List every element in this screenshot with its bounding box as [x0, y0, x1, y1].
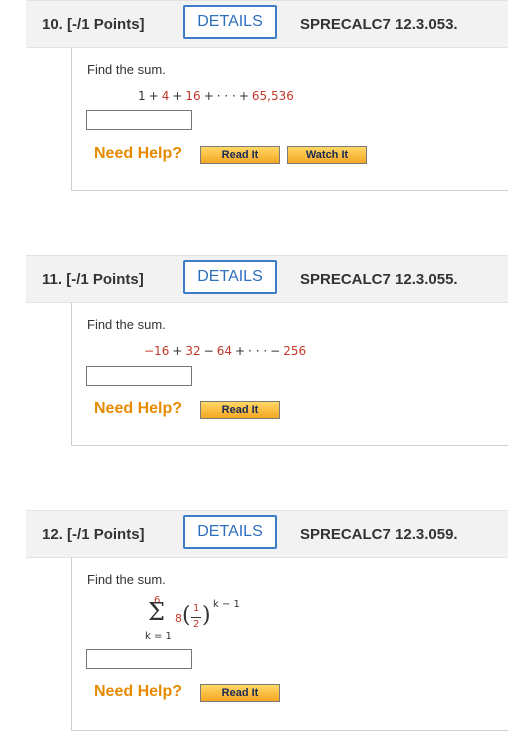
right-paren: )	[202, 603, 211, 628]
operator: +	[238, 89, 249, 103]
term: 1	[138, 89, 146, 103]
question-points: [-/1 Points]	[67, 526, 145, 543]
need-help-label: Need Help?	[94, 400, 183, 417]
question-11-body: Find the sum. −16 +32−64 + · · · −256 Need H…	[71, 303, 508, 446]
operator: +	[235, 344, 246, 358]
need-help-label: Need Help?	[94, 683, 183, 700]
question-code: SPRECALC7 12.3.059.	[300, 526, 458, 543]
fraction-denominator: 2	[193, 619, 200, 630]
question-code: SPRECALC7 12.3.053.	[300, 16, 458, 33]
term: −16	[144, 344, 170, 358]
sigma-symbol: Σ	[148, 598, 165, 626]
question-number-value: 10.	[42, 16, 63, 33]
question-number: 11. [-/1 Points]	[42, 271, 144, 288]
term: 64	[216, 344, 233, 358]
question-prompt: Find the sum.	[87, 317, 166, 332]
operator: −	[270, 344, 281, 358]
term: 65,536	[251, 89, 294, 103]
term: 32	[185, 344, 201, 358]
fraction-bar	[191, 617, 201, 618]
operator: −	[203, 344, 214, 358]
operator: +	[172, 344, 183, 358]
watch-it-button[interactable]: Watch It	[287, 146, 367, 164]
answer-input[interactable]	[86, 366, 192, 386]
question-12-body: Find the sum. 6 Σ k = 1 8 ( 1 2 ) k − 1 …	[71, 558, 508, 731]
term: 256	[283, 344, 307, 358]
question-number-value: 11.	[42, 271, 63, 288]
question-11-header: 11. [-/1 Points] DETAILS SPRECALC7 12.3.…	[26, 255, 508, 303]
operator: +	[203, 89, 214, 103]
exponent: k − 1	[213, 599, 240, 610]
question-points: [-/1 Points]	[66, 271, 144, 288]
question-prompt: Find the sum.	[87, 62, 166, 77]
question-12-header: 12. [-/1 Points] DETAILS SPRECALC7 12.3.…	[26, 510, 508, 558]
ellipsis: · · ·	[248, 344, 268, 358]
sum-expression: 1 +4 +16 + · · · +65,536	[138, 89, 294, 103]
operator: +	[148, 89, 159, 103]
need-help-label: Need Help?	[94, 145, 183, 162]
read-it-button[interactable]: Read It	[200, 684, 280, 702]
answer-input[interactable]	[86, 649, 192, 669]
question-number: 12. [-/1 Points]	[42, 526, 145, 543]
sum-expression: −16 +32−64 + · · · −256	[144, 344, 306, 358]
sum-lower-limit: k = 1	[145, 631, 172, 642]
read-it-button[interactable]: Read It	[200, 146, 280, 164]
fraction-numerator: 1	[193, 603, 200, 614]
coefficient: 8	[175, 612, 182, 625]
details-button[interactable]: DETAILS	[183, 5, 277, 39]
summation-expression: 6 Σ k = 1 8 ( 1 2 ) k − 1	[72, 558, 372, 648]
details-button[interactable]: DETAILS	[183, 515, 277, 549]
question-points: [-/1 Points]	[67, 16, 145, 33]
term: 16	[185, 89, 201, 103]
ellipsis: · · ·	[216, 89, 236, 103]
left-paren: (	[182, 603, 191, 628]
question-number: 10. [-/1 Points]	[42, 16, 145, 33]
read-it-button[interactable]: Read It	[200, 401, 280, 419]
question-code: SPRECALC7 12.3.055.	[300, 271, 458, 288]
question-10-body: Find the sum. 1 +4 +16 + · · · +65,536 Need H…	[71, 48, 508, 191]
operator: +	[172, 89, 183, 103]
details-button[interactable]: DETAILS	[183, 260, 277, 294]
question-number-value: 12.	[42, 526, 63, 543]
term: 4	[161, 89, 170, 103]
question-10-header: 10. [-/1 Points] DETAILS SPRECALC7 12.3.…	[26, 0, 508, 48]
answer-input[interactable]	[86, 110, 192, 130]
